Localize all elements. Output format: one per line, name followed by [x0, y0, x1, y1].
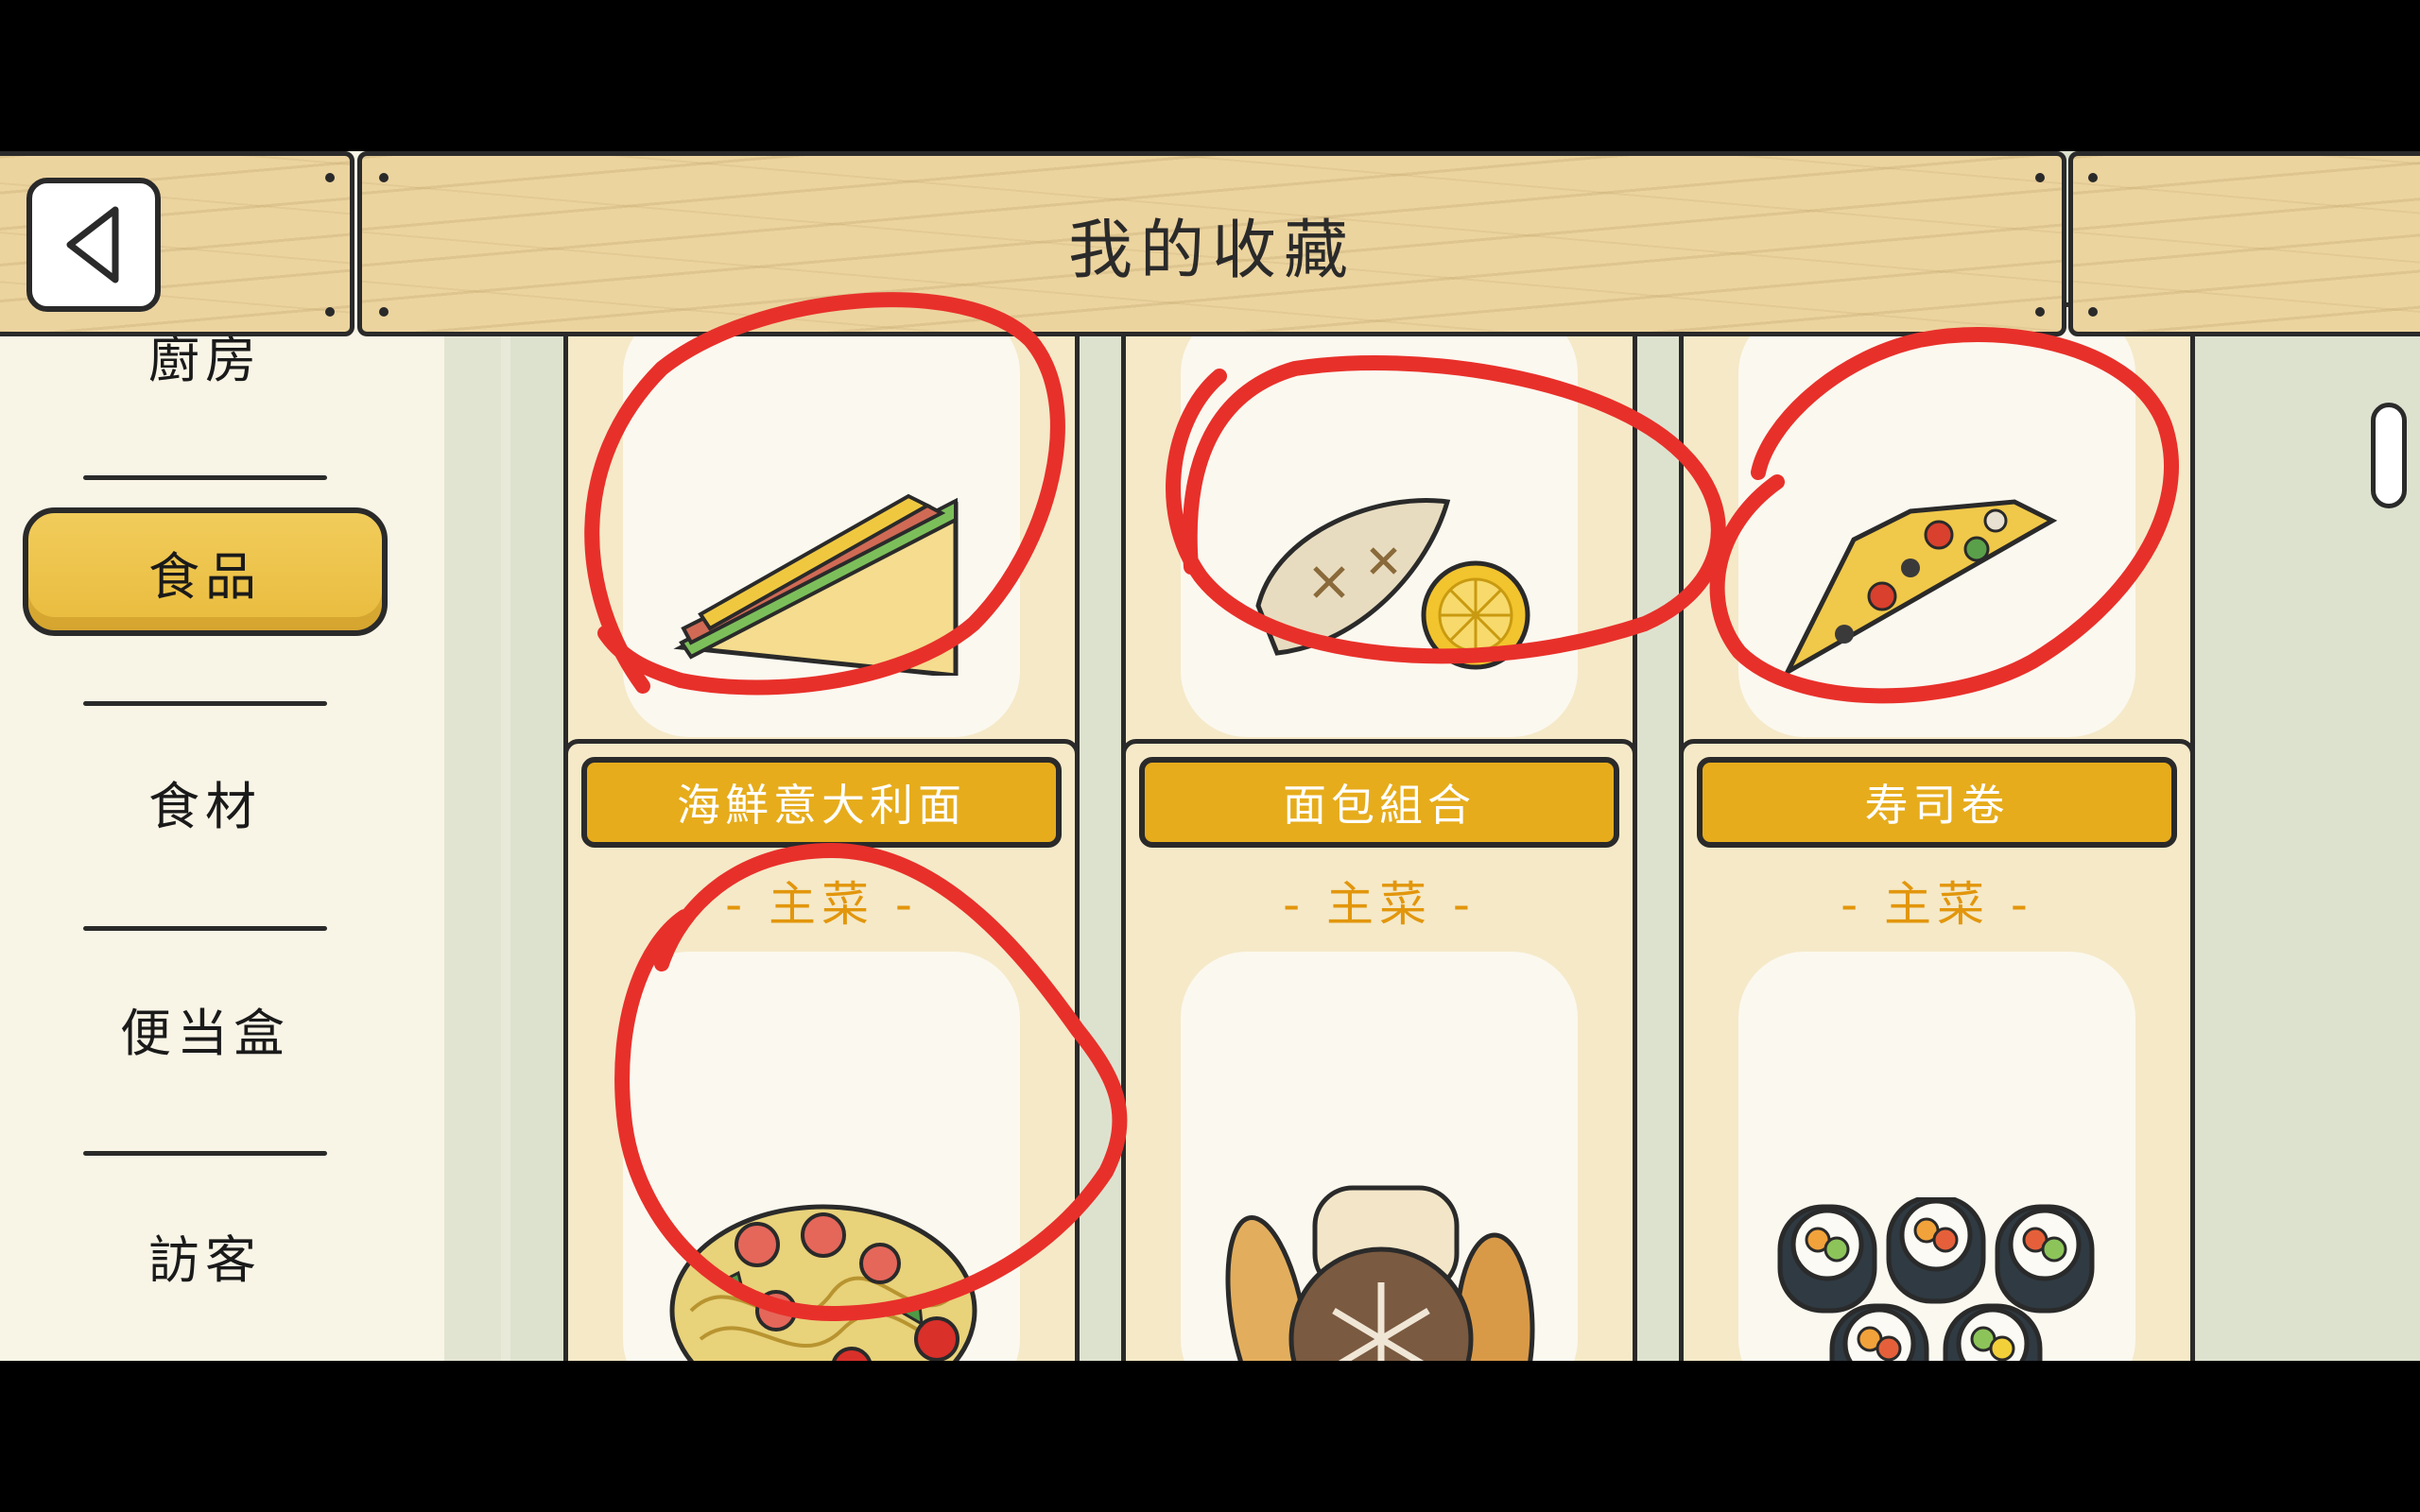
seafood-pasta-name: 海鮮意大利面: [677, 780, 966, 831]
food-card-sushi-rolls[interactable]: 寿司卷 - 主菜 -: [1679, 739, 2195, 1361]
sushi-rolls-category: - 主菜 -: [1841, 877, 2033, 932]
category-bento-box[interactable]: 便当盒: [23, 964, 388, 1092]
category-food-label: 食品: [148, 546, 262, 607]
category-visitors-label: 訪客: [148, 1229, 262, 1290]
category-ingredients[interactable]: 食材: [23, 737, 388, 866]
bread-set-name: 面包組合: [1283, 780, 1476, 831]
pizza-slice-icon: [1782, 499, 2058, 679]
category-food[interactable]: 食品: [23, 507, 388, 636]
sandwich-icon: [673, 493, 959, 676]
category-ingredients-label: 食材: [148, 776, 262, 836]
category-bento-box-label: 便当盒: [120, 1003, 290, 1063]
scrollbar-handle[interactable]: [2371, 403, 2407, 508]
bread-set-category: - 主菜 -: [1283, 877, 1476, 932]
seafood-pasta-name-banner: 海鮮意大利面: [581, 757, 1062, 848]
category-visitors[interactable]: 訪客: [23, 1191, 388, 1319]
bolt-icon: [2088, 173, 2098, 182]
back-button[interactable]: [26, 178, 161, 312]
category-divider: [83, 475, 327, 480]
sushi-rolls-icon: [1777, 1197, 2095, 1361]
page-title-text: 我的收藏: [1067, 213, 1356, 288]
sushi-rolls-name: 寿司卷: [1864, 780, 2010, 831]
bread-set-name-banner: 面包組合: [1139, 757, 1619, 848]
sushi-rolls-name-banner: 寿司卷: [1697, 757, 2177, 848]
triangle-left-icon: [66, 206, 119, 284]
bolt-icon: [325, 173, 335, 182]
seafood-pasta-icon: [669, 1204, 977, 1361]
seafood-pasta-category: - 主菜 -: [725, 877, 918, 932]
category-divider: [83, 701, 327, 706]
category-divider: [83, 1151, 327, 1156]
bolt-icon: [325, 307, 335, 317]
collection-screen: 廚房 食品 食材 便当盒 訪客 x 1: [0, 151, 2420, 1361]
bolt-icon: [2088, 307, 2098, 317]
category-divider: [83, 926, 327, 931]
page-title: 我的收藏: [357, 151, 2066, 336]
food-card-bread-set[interactable]: 面包組合 - 主菜 -: [1121, 739, 1637, 1361]
food-card-seafood-pasta[interactable]: 海鮮意大利面 - 主菜 -: [563, 739, 1080, 1361]
header-plank-right: [2068, 151, 2420, 336]
grilled-fish-icon: [1255, 498, 1530, 670]
bread-set-icon: [1225, 1185, 1535, 1361]
header-bar: 我的收藏: [0, 151, 2420, 340]
